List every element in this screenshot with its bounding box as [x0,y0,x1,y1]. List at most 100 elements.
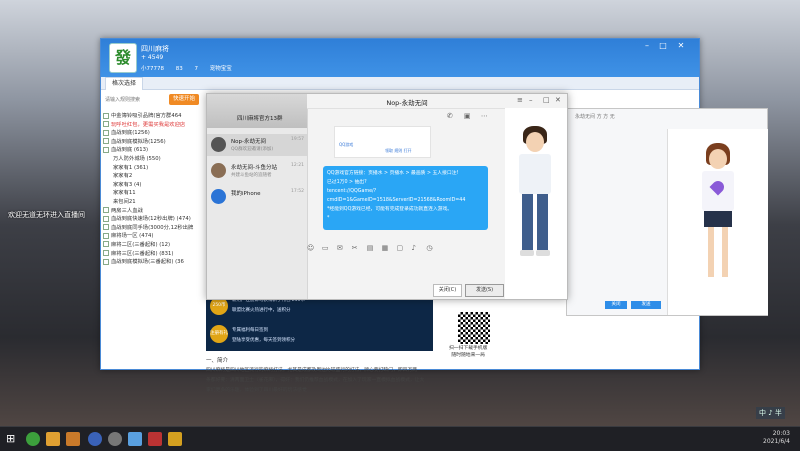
tree-item[interactable]: 两房三人血战 [103,207,206,216]
tree-item[interactable]: 血战到底模拟场(三番起和) (36 [103,258,206,267]
lobby-tab-bar: 格次选择 [101,77,699,90]
tree-item[interactable]: 血战到底(1256) [103,129,206,138]
tree-item[interactable]: 万人防外城场 (550) [103,155,206,164]
room-tree: 中金簿铃吸引品牌(官方群464 玩呼吐红包，更需买我是欢迎店 血战到底(1256… [103,112,206,267]
history-icon[interactable]: ◷ [426,244,434,252]
close-icon[interactable]: ✕ [555,96,561,104]
game-link-card[interactable]: QQ游戏 领取 规则 打开 [334,126,431,158]
promo-badge: 注册有礼 [210,325,228,343]
download-qr-code [456,310,492,346]
conversation-item[interactable]: 我的iPhone 17:52 [207,186,307,208]
promo-line: 联盟比赛火热进行中，送积分 [232,308,291,313]
qq-icon[interactable] [88,432,102,446]
qq-chat-window: 四川麻将官方13群 Nop-永劫无间 QQ群欢迎邀请(添加) 19:57 永劫无… [206,93,568,300]
taskbar: ⊞ 20:03 2021/6/4 [0,426,800,451]
minimize-icon[interactable]: – [529,96,533,104]
qr-caption: 扫一扫下载手机版 随时随地来一局 [449,346,488,358]
stat-coins: 小77778 [141,66,164,72]
intro-paragraph: 条都好要：清两面卫士（雀花麻），得好：我们仍推荐血战模式，在加入了玩家一直模拟血… [206,378,425,383]
secondary-send-button[interactable]: 发送 [631,301,661,309]
group-banner[interactable]: 四川麻将官方13群 [207,94,307,128]
minimize-icon[interactable]: – [641,41,653,50]
gif-icon[interactable]: ▭ [322,244,330,252]
contact-avatar-panel [505,108,567,299]
tree-item[interactable]: 家家有1 (361) [103,164,206,173]
expand-box-icon [103,112,109,119]
tab-room-select[interactable]: 格次选择 [105,77,144,90]
expand-box-icon [103,232,109,239]
message-input[interactable] [307,256,502,278]
conversation-list: 四川麻将官方13群 Nop-永劫无间 QQ群欢迎邀请(添加) 19:57 永劫无… [207,94,308,299]
video-call-icon[interactable]: ▣ [464,112,473,120]
tree-item[interactable]: 来包间21 [103,198,206,207]
conversation-item[interactable]: 永劫无间-斗鱼分站 共建斗鱼站的追随者 12:21 [207,160,307,182]
lobby-header: 發 四川麻将 + 4549 小77778 83 7 宠物宝宝 – □ ✕ [101,39,699,77]
tree-item[interactable]: 玩呼吐红包，更需买我是欢迎店 [103,121,206,130]
tree-item[interactable]: 家家有2 [103,172,206,181]
app-icon[interactable] [26,432,40,446]
folder-icon[interactable]: ▤ [367,244,375,252]
expand-box-icon [103,250,109,256]
promo-line: 专属福利每日签到 [232,328,268,333]
room-search-input[interactable]: 请输入规则搜索 [105,96,169,105]
mic-icon[interactable]: ♪ [411,244,419,252]
promo-banner[interactable]: 250币 新用户注册即可获得新手礼包 250币 联盟比赛火热进行中，送积分 注册… [206,293,433,351]
card-actions: 领取 规则 打开 [385,148,412,153]
quick-start-button[interactable]: 快速开始 [169,94,199,105]
app-icon[interactable] [66,432,80,446]
tree-item[interactable]: 血战到底 (613) [103,146,206,155]
tree-item[interactable]: 血战到底模拟场(1256) [103,138,206,147]
expand-box-icon [103,258,109,265]
tree-item[interactable]: 麻将三区(三番起和) (831) [103,250,206,259]
menu-icon[interactable]: ≡ [517,96,523,104]
tree-item[interactable]: 中金簿铃吸引品牌(官方群464 [103,112,206,121]
file-icon[interactable]: ✉ [337,244,345,252]
tree-item[interactable]: 家家有3 (4) [103,181,206,190]
input-toolbar: ☺ ▭ ✉ ✂ ▤ ▦ ▢ ♪ ◷ [307,244,502,254]
expand-box-icon [103,224,109,231]
chat-toolbar: ✆ ▣ ⋯ [447,112,496,120]
card-label: QQ游戏 [339,142,354,147]
conversation-item[interactable]: Nop-永劫无间 QQ群欢迎邀请(添加) 19:57 [207,134,307,156]
secondary-chat-window: 永劫无间 方 方 无 关闭 发送 [566,108,768,316]
intro-paragraph: 四川麻将是四川地区流行的麻将打法，尤其是成都及周边比较盛行的打法，牌心要打缺门，… [206,368,418,373]
tree-item[interactable]: 麻将场一区 (474) [103,232,206,241]
tree-item[interactable]: 家家有11 [103,189,206,198]
intro-heading: 一、简介 [206,358,229,364]
secondary-close-button[interactable]: 关闭 [605,301,627,309]
tree-item[interactable]: 血战到底快速场(12秒出牌) (474) [103,215,206,224]
maximize-icon[interactable]: □ [543,96,550,104]
more-icon[interactable]: ⋯ [481,112,490,120]
app-icon[interactable] [108,432,122,446]
chat-title-bar: Nop-永劫无间 ≡ – □ ✕ [307,94,567,109]
tree-item[interactable]: 血战到底同手场(3000分,12秒出牌 [103,224,206,233]
group-banner-text: 四川麻将官方13群 [237,116,283,122]
stat-pets: 宠物宝宝 [209,66,232,72]
image-icon[interactable]: ▦ [382,244,390,252]
scissors-icon[interactable]: ✂ [352,244,360,252]
stat-items: 7 [194,66,199,72]
avatar-panel [667,129,768,315]
maximize-icon[interactable]: □ [657,41,669,50]
expand-box-icon [103,241,109,248]
expand-box-icon [103,215,109,222]
tree-item[interactable]: 麻将二区(三番起和) (12) [103,241,206,250]
send-button[interactable]: 发送(S) [465,284,504,297]
secondary-chat-title: 永劫无间 方 方 无 [575,114,615,120]
screen-icon[interactable]: ▢ [397,244,405,252]
emoji-icon[interactable]: ☺ [307,244,315,252]
close-icon[interactable]: ✕ [675,41,687,50]
message-bubble: QQ游戏官方链接：页播水 > 页播水 > 最画质 > 五人接口注! 已过1万0 … [323,166,488,230]
app-icon[interactable] [148,432,162,446]
phone-icon [211,189,226,204]
tray-clock[interactable]: 20:03 2021/6/4 [763,430,790,446]
app-icon[interactable] [128,432,142,446]
lobby-stats: 小77778 83 7 宠物宝宝 [141,64,242,72]
phone-call-icon[interactable]: ✆ [447,112,456,120]
app-icon[interactable] [46,432,60,446]
windows-start-icon[interactable]: ⊞ [6,432,20,446]
close-chat-button[interactable]: 关闭(C) [433,284,462,297]
room-sidebar: 请输入规则搜索 快速开始 中金簿铃吸引品牌(官方群464 玩呼吐红包，更需买我是… [101,90,207,369]
stat-gems: 83 [175,66,183,72]
app-icon[interactable] [168,432,182,446]
